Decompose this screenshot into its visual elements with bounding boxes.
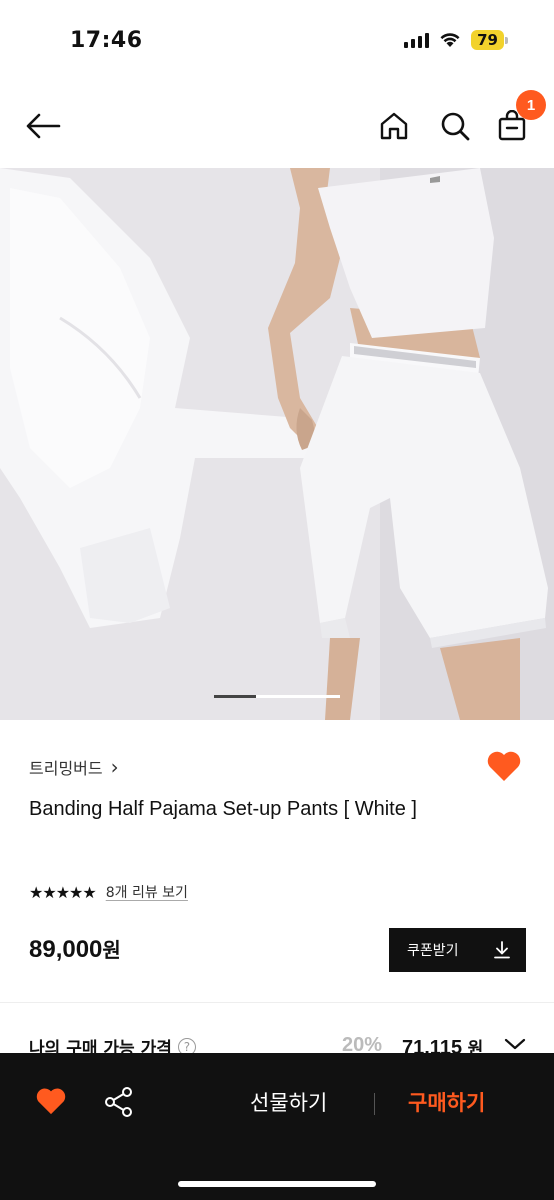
buy-button[interactable]: 구매하기	[408, 1087, 485, 1117]
button-separator	[374, 1093, 375, 1115]
battery-level: 79	[471, 30, 504, 50]
status-time: 17:46	[70, 28, 143, 53]
review-link[interactable]: 8개 리뷰 보기	[106, 882, 188, 902]
carousel-dot-active	[214, 695, 256, 698]
status-icons: 79	[404, 30, 508, 50]
rating-row: ★★★★★ 8개 리뷰 보기	[29, 882, 188, 902]
bottom-wishlist-button[interactable]	[35, 1087, 67, 1119]
arrow-left-icon	[26, 113, 61, 139]
coupon-button[interactable]: 쿠폰받기	[389, 928, 526, 972]
share-icon	[105, 1087, 132, 1117]
home-icon	[380, 112, 408, 140]
share-button[interactable]	[103, 1086, 135, 1122]
chevron-right-icon: ›	[110, 755, 119, 779]
rating-stars: ★★★★★	[29, 882, 97, 902]
battery-icon: 79	[471, 30, 508, 50]
download-icon	[494, 941, 510, 959]
product-title: Banding Half Pajama Set-up Pants [ White…	[29, 798, 417, 820]
carousel-dot	[256, 695, 298, 698]
carousel-dot	[298, 695, 340, 698]
top-nav: 1	[0, 84, 554, 168]
product-image[interactable]	[0, 168, 554, 720]
signal-icon	[404, 32, 430, 48]
product-price: 89,000원	[29, 934, 121, 964]
price-unit: 원	[102, 938, 121, 962]
carousel-indicator	[214, 695, 340, 698]
search-button[interactable]	[433, 104, 477, 148]
price-amount: 89,000	[29, 936, 103, 963]
brand-name: 트리밍버드	[29, 759, 103, 778]
coupon-label: 쿠폰받기	[407, 943, 459, 959]
wifi-icon	[440, 33, 460, 47]
heart-icon	[36, 1088, 66, 1115]
search-icon	[441, 112, 470, 141]
bottom-action-bar: 선물하기 구매하기	[0, 1053, 554, 1200]
gift-button[interactable]: 선물하기	[250, 1087, 327, 1117]
product-photo	[0, 168, 554, 720]
home-button[interactable]	[372, 104, 416, 148]
status-bar: 17:46 79	[0, 0, 554, 80]
back-button[interactable]	[21, 104, 65, 148]
chevron-down-icon[interactable]	[503, 1036, 527, 1052]
home-indicator[interactable]	[178, 1181, 376, 1187]
section-divider	[0, 1002, 554, 1003]
cart-badge: 1	[516, 90, 546, 120]
heart-icon	[487, 751, 521, 781]
wishlist-button[interactable]	[486, 750, 522, 786]
brand-link[interactable]: 트리밍버드 ›	[29, 755, 119, 779]
cart-button[interactable]: 1	[490, 90, 546, 148]
